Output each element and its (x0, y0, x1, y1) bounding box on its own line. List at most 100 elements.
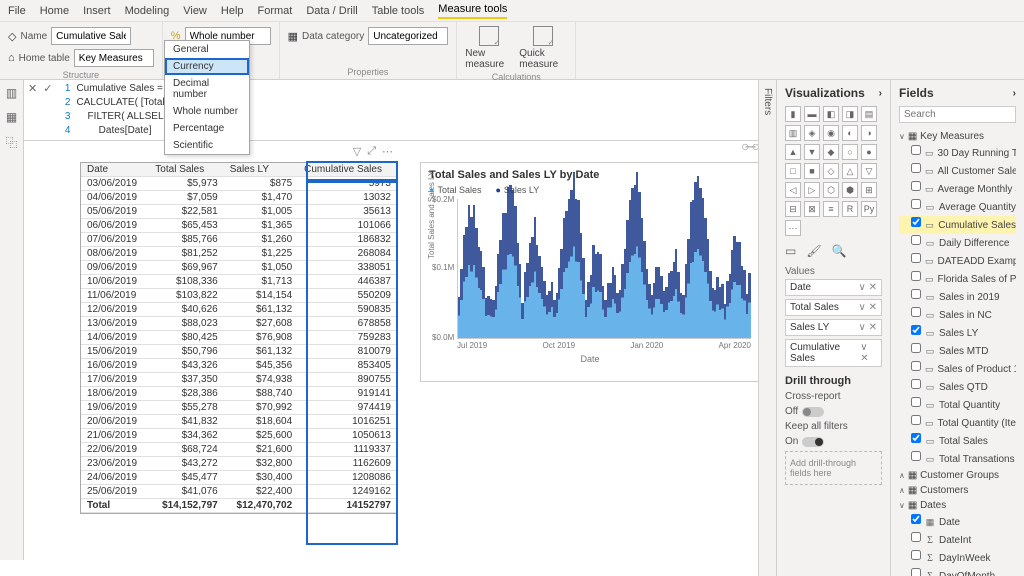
drill-through-dropzone[interactable]: Add drill-through fields here (785, 451, 882, 485)
field-checkbox[interactable] (911, 532, 921, 542)
viz-type-icon[interactable]: ◈ (804, 125, 820, 141)
viz-type-icon[interactable]: ◇ (823, 163, 839, 179)
viz-type-icon[interactable]: ▽ (861, 163, 877, 179)
viz-type-icon[interactable]: ▥ (785, 125, 801, 141)
field-checkbox[interactable] (911, 289, 921, 299)
new-measure-button[interactable]: New measure (465, 26, 513, 70)
field-average-monthly-sales[interactable]: ▭Average Monthly Sales (899, 180, 1016, 198)
table-row[interactable]: 06/06/2019$65,453$1,365101066 (81, 219, 397, 233)
table-visual[interactable]: ▽ ⤢ ⋯ DateTotal SalesSales LYCumulative … (80, 162, 398, 514)
field-30-day-running-total[interactable]: ▭30 Day Running Total (899, 144, 1016, 162)
viz-type-icon[interactable]: ◆ (823, 144, 839, 160)
field-checkbox[interactable] (911, 145, 921, 155)
table-header-customers[interactable]: ∧▦ Customers (899, 483, 1016, 498)
remove-field-icon[interactable]: ∨ ✕ (859, 282, 877, 293)
commit-formula-icon[interactable]: ✓ (43, 82, 52, 95)
measure-name-input[interactable] (51, 27, 131, 45)
table-row[interactable]: 22/06/2019$68,724$21,6001119337 (81, 443, 397, 457)
table-row[interactable]: 24/06/2019$45,477$30,4001208086 (81, 471, 397, 485)
table-row[interactable]: 05/06/2019$22,581$1,00535613 (81, 205, 397, 219)
field-checkbox[interactable] (911, 433, 921, 443)
field-well-item[interactable]: Sales LY∨ ✕ (785, 319, 882, 336)
table-row[interactable]: 08/06/2019$81,252$1,225268084 (81, 247, 397, 261)
field-checkbox[interactable] (911, 550, 921, 560)
table-row[interactable]: 25/06/2019$41,076$22,4001249162 (81, 485, 397, 499)
viz-type-icon[interactable]: ◉ (823, 125, 839, 141)
viz-type-icon[interactable]: ◧ (823, 106, 839, 122)
table-row[interactable]: 17/06/2019$37,350$74,938890755 (81, 373, 397, 387)
viz-type-icon[interactable]: ◑ (861, 125, 877, 141)
format-option-whole-number[interactable]: Whole number (165, 103, 249, 120)
table-row[interactable]: 07/06/2019$85,766$1,260186832 (81, 233, 397, 247)
table-row[interactable]: 09/06/2019$69,967$1,050338051 (81, 261, 397, 275)
menu-view[interactable]: View (183, 5, 207, 17)
field-checkbox[interactable] (911, 343, 921, 353)
more-options-icon[interactable]: ⋯ (382, 145, 393, 158)
menu-file[interactable]: File (8, 5, 26, 17)
field-checkbox[interactable] (911, 379, 921, 389)
table-row[interactable]: 13/06/2019$88,023$27,608678858 (81, 317, 397, 331)
filters-pane-collapsed[interactable]: Filters (758, 80, 776, 576)
table-row[interactable]: 16/06/2019$43,326$45,356853405 (81, 359, 397, 373)
table-row[interactable]: 10/06/2019$108,336$1,713446387 (81, 275, 397, 289)
field-sales-mtd[interactable]: ▭Sales MTD (899, 342, 1016, 360)
menu-insert[interactable]: Insert (83, 5, 111, 17)
field-dayofmonth[interactable]: ΣDayOfMonth (899, 567, 1016, 576)
viz-type-icon[interactable]: ⬢ (842, 182, 858, 198)
table-row[interactable]: 18/06/2019$28,386$88,740919141 (81, 387, 397, 401)
field-checkbox[interactable] (911, 163, 921, 173)
viz-type-icon[interactable]: ■ (804, 163, 820, 179)
field-checkbox[interactable] (911, 199, 921, 209)
viz-type-icon[interactable]: ▮ (785, 106, 801, 122)
field-well-item[interactable]: Date∨ ✕ (785, 279, 882, 296)
table-row[interactable]: 11/06/2019$103,822$14,154550209 (81, 289, 397, 303)
table-row[interactable]: 19/06/2019$55,278$70,992974419 (81, 401, 397, 415)
table-row[interactable]: 14/06/2019$80,425$76,908759283 (81, 331, 397, 345)
report-view-icon[interactable]: ▥ (6, 86, 17, 100)
field-checkbox[interactable] (911, 253, 921, 263)
field-dateadd-example[interactable]: ▭DATEADD Example (899, 252, 1016, 270)
home-table-input[interactable] (74, 49, 154, 67)
viz-type-icon[interactable]: □ (785, 163, 801, 179)
field-dateint[interactable]: ΣDateInt (899, 531, 1016, 549)
field-checkbox[interactable] (911, 325, 921, 335)
table-header-key-measures[interactable]: ∨▦ Key Measures (899, 129, 1016, 144)
viz-type-icon[interactable]: ▬ (804, 106, 820, 122)
field-checkbox[interactable] (911, 451, 921, 461)
analytics-tab-icon[interactable]: 🔍 (832, 244, 847, 258)
field-checkbox[interactable] (911, 307, 921, 317)
collapse-icon[interactable]: › (879, 88, 882, 99)
format-tab-icon[interactable]: 🖌 (806, 244, 821, 258)
formula-bar[interactable]: ✕✓ 1Cumulative Sales =2CALCULATE( [Total… (24, 80, 776, 141)
field-well-item[interactable]: Total Sales∨ ✕ (785, 299, 882, 316)
format-option-decimal-number[interactable]: Decimal number (165, 75, 249, 103)
table-header[interactable]: Sales LY (224, 163, 298, 177)
table-row[interactable]: 21/06/2019$34,362$25,6001050613 (81, 429, 397, 443)
field-average-quantity[interactable]: ▭Average Quantity (899, 198, 1016, 216)
table-row[interactable]: 04/06/2019$7,059$1,47013032 (81, 191, 397, 205)
viz-type-icon[interactable]: ▷ (804, 182, 820, 198)
viz-type-icon[interactable]: ▲ (785, 144, 801, 160)
table-row[interactable]: 23/06/2019$43,272$32,8001162609 (81, 457, 397, 471)
viz-type-icon[interactable]: ⬡ (823, 182, 839, 198)
format-option-general[interactable]: General (165, 41, 249, 58)
viz-type-icon[interactable]: ● (861, 144, 877, 160)
table-row[interactable]: 03/06/2019$5,973$8755973 (81, 177, 397, 191)
viz-type-icon[interactable]: ⋯ (785, 220, 801, 236)
cross-report-state[interactable]: Off (785, 406, 882, 417)
field-date[interactable]: ▦Date (899, 513, 1016, 531)
chart-visual[interactable]: Total Sales and Sales LY by Date Total S… (420, 162, 760, 382)
field-checkbox[interactable] (911, 271, 921, 281)
viz-type-icon[interactable]: ≡ (823, 201, 839, 217)
cancel-formula-icon[interactable]: ✕ (28, 82, 37, 95)
focus-mode-icon[interactable]: ⤢ (367, 145, 376, 158)
collapse-icon[interactable]: › (1013, 88, 1016, 99)
fields-search-input[interactable] (899, 106, 1016, 123)
format-option-scientific[interactable]: Scientific (165, 137, 249, 154)
table-header[interactable]: Date (81, 163, 149, 177)
model-view-icon[interactable]: ⿻ (5, 134, 17, 151)
field-daily-difference[interactable]: ▭Daily Difference (899, 234, 1016, 252)
field-dayinweek[interactable]: ΣDayInWeek (899, 549, 1016, 567)
menu-table-tools[interactable]: Table tools (372, 5, 425, 17)
viz-type-icon[interactable]: ⊠ (804, 201, 820, 217)
